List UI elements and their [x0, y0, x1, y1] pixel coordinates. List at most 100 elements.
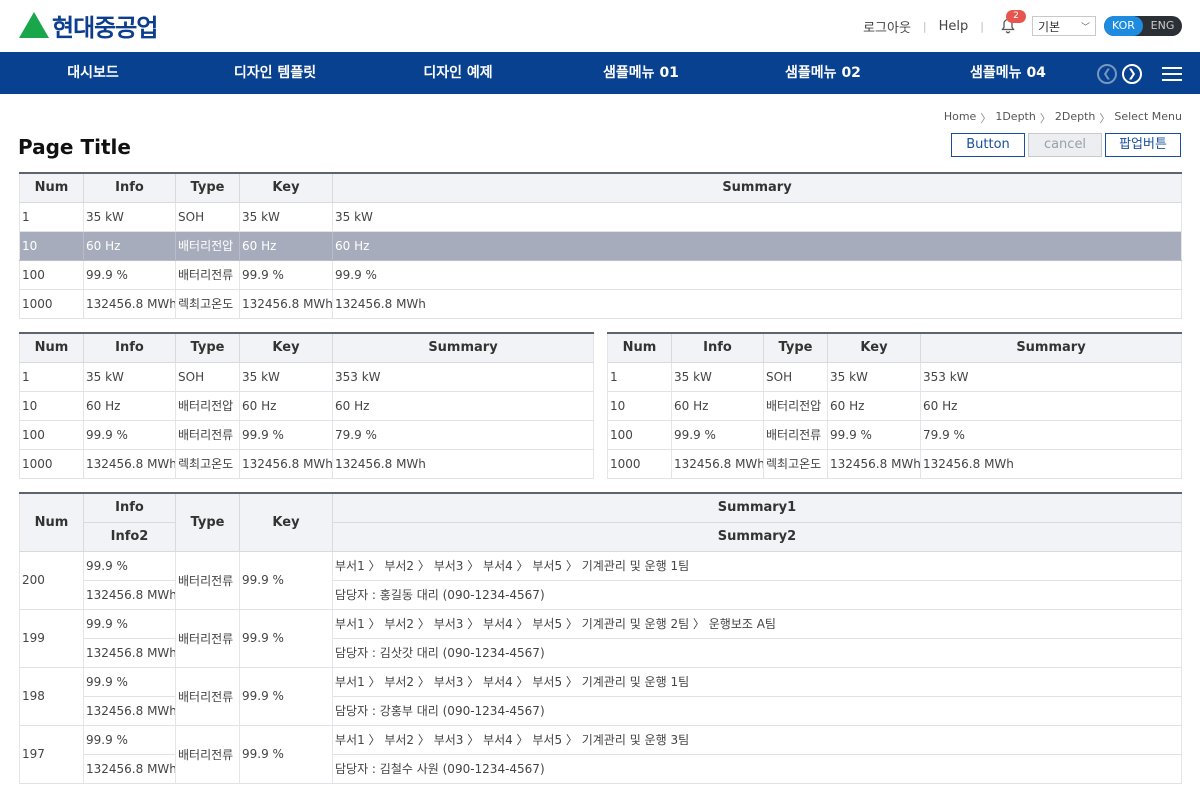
cancel-button[interactable]: cancel: [1028, 133, 1102, 157]
table-row[interactable]: 100 99.9 % 배터리전류 99.9 % 99.9 %: [19, 260, 1182, 290]
table-cell: SOH: [763, 362, 828, 392]
table-cell-num: 199: [19, 609, 84, 668]
column-header-num[interactable]: Num: [607, 333, 672, 363]
table-row[interactable]: 200 99.9 % 배터리전류 99.9 % 부서1 〉 부서2 〉 부서3 …: [19, 551, 1182, 610]
chevron-down-icon: ﹀: [1080, 22, 1090, 33]
table-cell-key: 99.9 %: [239, 667, 333, 726]
table-header-row: Num Info Type Key Summary: [19, 333, 594, 363]
column-header-summary[interactable]: Summary: [332, 333, 594, 363]
table-cell: 79.9 %: [920, 420, 1182, 450]
table-row[interactable]: 1 35 kW SOH 35 kW 353 kW: [607, 362, 1182, 392]
nav-item-design-example[interactable]: 디자인 예제: [383, 52, 533, 94]
table-row-selected[interactable]: 10 60 Hz 배터리전압 60 Hz 60 Hz: [19, 231, 1182, 261]
column-header-info2[interactable]: Info2: [83, 522, 176, 552]
notification-button[interactable]: 2: [998, 10, 1026, 36]
breadcrumb-item[interactable]: Home: [944, 110, 976, 126]
column-header-summary1[interactable]: Summary1: [332, 493, 1182, 523]
table-cell-num: 198: [19, 667, 84, 726]
page-actions: Button cancel 팝업버튼: [951, 133, 1181, 157]
table-cell: 60 Hz: [332, 231, 1182, 261]
data-table-1: Num Info Type Key Summary 1 35 kW SOH 35…: [19, 172, 1182, 319]
nav-prev-button[interactable]: ❮: [1097, 64, 1117, 84]
breadcrumb-item[interactable]: 1Depth: [995, 110, 1036, 126]
column-header-info[interactable]: Info: [83, 493, 176, 523]
column-header-summary[interactable]: Summary: [920, 333, 1182, 363]
table-cell: 99.9 %: [83, 260, 176, 290]
table-cell-summary1: 부서1 〉 부서2 〉 부서3 〉 부서4 〉 부서5 〉 기계관리 및 운행 …: [332, 725, 1182, 755]
primary-button[interactable]: Button: [951, 133, 1025, 157]
nav-item-sample-02[interactable]: 샘플메뉴 02: [748, 52, 898, 94]
table-cell: 99.9 %: [239, 420, 333, 450]
table-row[interactable]: 10 60 Hz 배터리전압 60 Hz 60 Hz: [19, 391, 594, 421]
brand-logo[interactable]: 현대중공업: [18, 10, 158, 42]
table-cell-info: 99.9 %: [83, 551, 176, 581]
table-cell: 100: [19, 420, 84, 450]
column-header-num[interactable]: Num: [19, 333, 84, 363]
table-cell-info2: 132456.8 MWh: [83, 696, 176, 726]
nav-item-design-template[interactable]: 디자인 템플릿: [200, 52, 350, 94]
nav-item-sample-04[interactable]: 샘플메뉴 04: [933, 52, 1083, 94]
table-cell: 렉최고온도: [175, 449, 240, 479]
column-header-info[interactable]: Info: [83, 333, 176, 363]
table-cell: 132456.8 MWh: [83, 289, 176, 319]
breadcrumb-item[interactable]: 2Depth: [1055, 110, 1096, 126]
table-cell: 99.9 %: [671, 420, 764, 450]
table-cell: 99.9 %: [239, 260, 333, 290]
table-row[interactable]: 1 35 kW SOH 35 kW 353 kW: [19, 362, 594, 392]
column-header-num[interactable]: Num: [19, 173, 84, 203]
table-cell-summary2: 담당자 : 김삿갓 대리 (090-1234-4567): [332, 638, 1182, 668]
popup-button[interactable]: 팝업버튼: [1105, 133, 1181, 157]
table-row[interactable]: 100 99.9 % 배터리전류 99.9 % 79.9 %: [19, 420, 594, 450]
column-header-type[interactable]: Type: [175, 493, 240, 552]
lang-kor-option[interactable]: KOR: [1104, 16, 1143, 36]
column-header-type[interactable]: Type: [175, 333, 240, 363]
table-cell: 60 Hz: [83, 231, 176, 261]
language-toggle[interactable]: KOR ENG: [1104, 16, 1182, 36]
table-row[interactable]: 199 99.9 % 배터리전류 99.9 % 부서1 〉 부서2 〉 부서3 …: [19, 609, 1182, 668]
column-header-summary2[interactable]: Summary2: [332, 522, 1182, 552]
page-title: Page Title: [18, 135, 131, 159]
table-cell: 10: [607, 391, 672, 421]
table-cell: 99.9 %: [827, 420, 921, 450]
table-row[interactable]: 10 60 Hz 배터리전압 60 Hz 60 Hz: [607, 391, 1182, 421]
column-header-type[interactable]: Type: [763, 333, 828, 363]
nav-item-sample-01[interactable]: 샘플메뉴 01: [566, 52, 716, 94]
column-header-key[interactable]: Key: [827, 333, 921, 363]
column-header-info[interactable]: Info: [83, 173, 176, 203]
table-cell-info2: 132456.8 MWh: [83, 580, 176, 610]
table-cell-summary1: 부서1 〉 부서2 〉 부서3 〉 부서4 〉 부서5 〉 기계관리 및 운행 …: [332, 609, 1182, 639]
table-row[interactable]: 197 99.9 % 배터리전류 99.9 % 부서1 〉 부서2 〉 부서3 …: [19, 725, 1182, 784]
table-row[interactable]: 1 35 kW SOH 35 kW 35 kW: [19, 202, 1182, 232]
table-header-row: Num Info Type Key Summary: [19, 173, 1182, 203]
view-select[interactable]: 기본 ﹀: [1032, 16, 1096, 36]
column-header-num[interactable]: Num: [19, 493, 84, 552]
table-cell: 132456.8 MWh: [332, 289, 1182, 319]
table-cell: 배터리전압: [763, 391, 828, 421]
table-cell: 132456.8 MWh: [920, 449, 1182, 479]
column-header-summary[interactable]: Summary: [332, 173, 1182, 203]
column-header-type[interactable]: Type: [175, 173, 240, 203]
lang-eng-option[interactable]: ENG: [1143, 16, 1182, 36]
column-header-key[interactable]: Key: [239, 173, 333, 203]
table-cell: 35 kW: [239, 202, 333, 232]
column-header-info[interactable]: Info: [671, 333, 764, 363]
table-cell: 10: [19, 391, 84, 421]
data-table-2: Num Info Type Key Summary 1 35 kW SOH 35…: [19, 332, 594, 479]
table-row[interactable]: 1000 132456.8 MWh 렉최고온도 132456.8 MWh 132…: [19, 289, 1182, 319]
column-header-key[interactable]: Key: [239, 333, 333, 363]
nav-item-dashboard[interactable]: 대시보드: [18, 52, 168, 94]
nav-next-button[interactable]: ❯: [1122, 64, 1142, 84]
table-row[interactable]: 100 99.9 % 배터리전류 99.9 % 79.9 %: [607, 420, 1182, 450]
table-cell: 35 kW: [332, 202, 1182, 232]
table-row[interactable]: 1000 132456.8 MWh 렉최고온도 132456.8 MWh 132…: [607, 449, 1182, 479]
chevron-left-icon: ❮: [1102, 67, 1112, 80]
table-cell: 렉최고온도: [175, 289, 240, 319]
column-header-key[interactable]: Key: [239, 493, 333, 552]
table-cell: 35 kW: [83, 202, 176, 232]
table-cell-summary1: 부서1 〉 부서2 〉 부서3 〉 부서4 〉 부서5 〉 기계관리 및 운행 …: [332, 551, 1182, 581]
logout-link[interactable]: 로그아웃: [863, 17, 911, 36]
menu-icon[interactable]: [1162, 67, 1182, 81]
table-row[interactable]: 198 99.9 % 배터리전류 99.9 % 부서1 〉 부서2 〉 부서3 …: [19, 667, 1182, 726]
help-link[interactable]: Help: [939, 19, 969, 34]
table-row[interactable]: 1000 132456.8 MWh 렉최고온도 132456.8 MWh 132…: [19, 449, 594, 479]
